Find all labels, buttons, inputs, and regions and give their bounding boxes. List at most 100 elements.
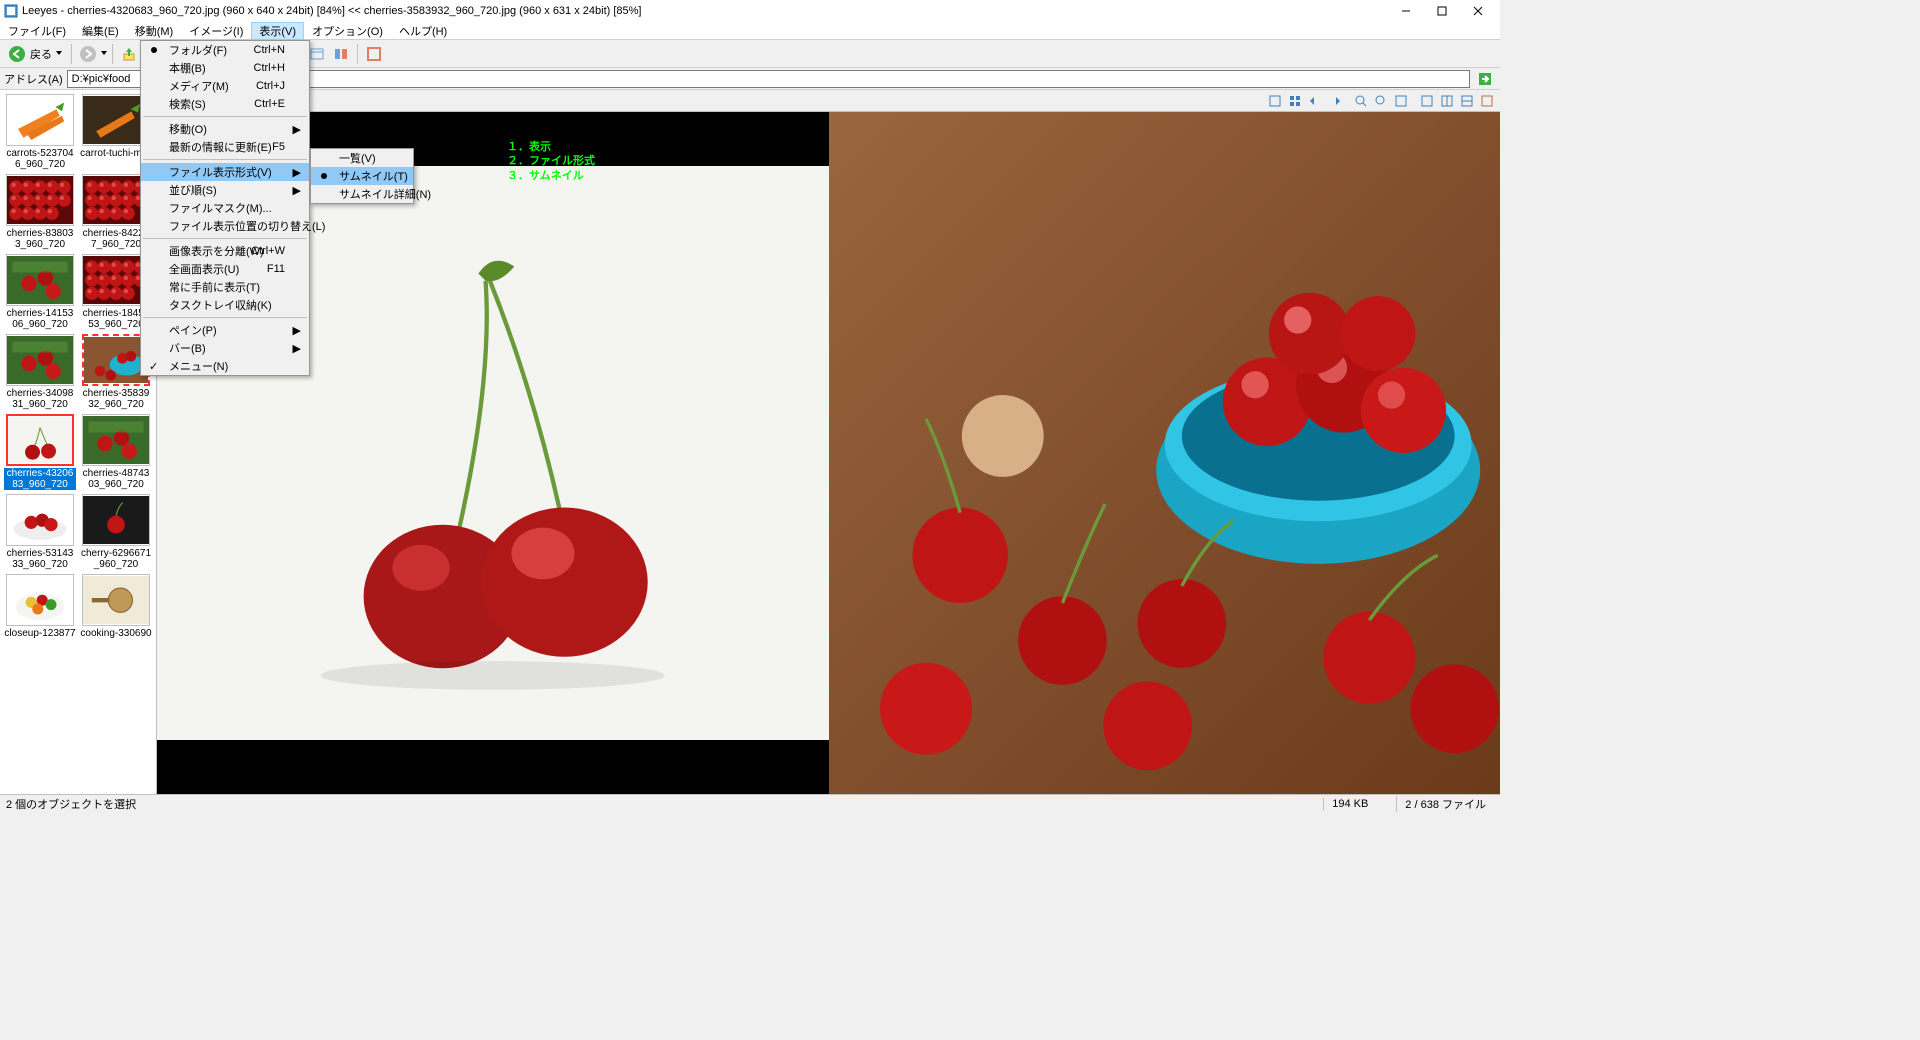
menu-item[interactable]: 移動(M): [127, 22, 182, 40]
thumbnail-item[interactable]: closeup-123877: [4, 574, 76, 639]
minimize-button[interactable]: [1388, 0, 1424, 22]
menu-item[interactable]: 並び順(S)▶: [141, 181, 309, 199]
viewer-tool-4[interactable]: [1326, 92, 1344, 110]
maximize-button[interactable]: [1424, 0, 1460, 22]
menu-item[interactable]: ファイル表示位置の切り替え(L): [141, 217, 309, 235]
status-bar: 2 個のオブジェクトを選択 194 KB 2 / 638 ファイル: [0, 794, 1500, 812]
thumbnail-item[interactable]: cherry-6296671_960_720: [80, 494, 152, 570]
thumbnail-item[interactable]: cherries-4320683_960_720: [4, 414, 76, 490]
forward-dropdown-icon[interactable]: [101, 51, 107, 57]
close-button[interactable]: [1460, 0, 1496, 22]
menu-item[interactable]: オプション(O): [304, 22, 391, 40]
back-button[interactable]: 戻る: [4, 43, 66, 65]
thumbnail-caption: cherries-3409831_960_720: [4, 388, 76, 410]
status-selection: 2 個のオブジェクトを選択: [6, 796, 1303, 812]
viewer-zoom-out[interactable]: [1392, 92, 1410, 110]
menu-item[interactable]: ペイン(P)▶: [141, 321, 309, 339]
fullscreen-button[interactable]: [363, 43, 385, 65]
file-display-format-submenu[interactable]: 一覧(V)サムネイル(T)サムネイル詳細(N): [310, 148, 414, 204]
viewer-zoom-in[interactable]: [1352, 92, 1370, 110]
thumbnail-caption: cherries-3583932_960_720: [80, 388, 152, 410]
app-icon: [4, 4, 18, 18]
status-size: 194 KB: [1323, 798, 1376, 810]
thumbnail-caption: cherries-1415306_960_720: [4, 308, 76, 330]
thumbnail-caption: cooking-330690: [80, 628, 151, 639]
thumbnail-image: [6, 94, 74, 146]
toolbar-separator: [71, 44, 72, 64]
menu-item[interactable]: 移動(O)▶: [141, 120, 309, 138]
thumbnail-caption: cherries-4320683_960_720: [4, 468, 76, 490]
thumbnail-image: [82, 414, 150, 466]
thumbnail-image: [6, 494, 74, 546]
thumbnail-caption: cherry-6296671_960_720: [80, 548, 152, 570]
title-bar: Leeyes - cherries-4320683_960_720.jpg (9…: [0, 0, 1500, 22]
viewer-tool-3[interactable]: [1306, 92, 1324, 110]
menu-item[interactable]: サムネイル(T): [311, 167, 413, 185]
thumbnail-caption: cherries-838033_960_720: [4, 228, 76, 250]
menu-item[interactable]: イメージ(I): [181, 22, 251, 40]
menu-item[interactable]: メディア(M)Ctrl+J: [141, 77, 309, 95]
viewer-pane-1[interactable]: [1418, 92, 1436, 110]
menu-item[interactable]: バー(B)▶: [141, 339, 309, 357]
overlay-line-2: ２．ファイル形式: [507, 154, 595, 168]
thumbnail-item[interactable]: cherries-5314333_960_720: [4, 494, 76, 570]
thumbnail-image: [6, 574, 74, 626]
menu-item[interactable]: ファイルマスク(M)...: [141, 199, 309, 217]
menu-item[interactable]: 全画面表示(U)F11: [141, 260, 309, 278]
view-area[interactable]: １．表示 ２．ファイル形式 ３．サムネイル: [157, 112, 1500, 794]
menu-item[interactable]: 表示(V): [251, 22, 304, 40]
address-label: アドレス(A): [4, 71, 63, 87]
menu-item[interactable]: フォルダ(F)Ctrl+N: [141, 41, 309, 59]
thumbnail-caption: closeup-123877: [4, 628, 75, 639]
dual-view-button[interactable]: [330, 43, 352, 65]
thumbnail-image: [6, 254, 74, 306]
menu-item[interactable]: ファイル表示形式(V)▶: [141, 163, 309, 181]
menu-item[interactable]: 最新の情報に更新(E)F5: [141, 138, 309, 156]
thumbnail-item[interactable]: cherries-3409831_960_720: [4, 334, 76, 410]
thumbnail-image: [6, 334, 74, 386]
thumbnail-image: [82, 574, 150, 626]
menu-item[interactable]: サムネイル詳細(N): [311, 185, 413, 203]
viewer-zoom-fit[interactable]: [1372, 92, 1390, 110]
toolbar-separator: [112, 44, 113, 64]
thumbnail-item[interactable]: cherries-4874303_960_720: [80, 414, 152, 490]
thumbnail-caption: cherries-4874303_960_720: [80, 468, 152, 490]
up-button[interactable]: [118, 43, 140, 65]
thumbnail-pane[interactable]: carrots-5237046_960_720carrot-tuchi-mini…: [0, 90, 157, 794]
menu-item[interactable]: 本棚(B)Ctrl+H: [141, 59, 309, 77]
menu-item[interactable]: ✓メニュー(N): [141, 357, 309, 375]
thumbnail-caption: carrots-5237046_960_720: [4, 148, 76, 170]
overlay-line-1: １．表示: [507, 140, 595, 154]
thumbnail-image: [6, 174, 74, 226]
status-count: 2 / 638 ファイル: [1396, 796, 1494, 812]
menu-item[interactable]: 画像表示を分離(W)Ctrl+W: [141, 242, 309, 260]
viewer-pane-2[interactable]: [1438, 92, 1456, 110]
window-title: Leeyes - cherries-4320683_960_720.jpg (9…: [22, 5, 1388, 17]
go-button[interactable]: [1474, 68, 1496, 90]
menu-item[interactable]: 一覧(V): [311, 149, 413, 167]
thumbnail-item[interactable]: cherries-1415306_960_720: [4, 254, 76, 330]
thumbnail-image: [82, 494, 150, 546]
menu-item[interactable]: 検索(S)Ctrl+E: [141, 95, 309, 113]
toolbar-separator: [357, 44, 358, 64]
menu-bar: ファイル(F)編集(E)移動(M)イメージ(I)表示(V)オプション(O)ヘルプ…: [0, 22, 1500, 40]
view-menu-dropdown[interactable]: フォルダ(F)Ctrl+N本棚(B)Ctrl+Hメディア(M)Ctrl+J検索(…: [140, 40, 310, 376]
thumbnail-image: [6, 414, 74, 466]
viewer-tool-1[interactable]: [1266, 92, 1284, 110]
menu-item[interactable]: タスクトレイ収納(K): [141, 296, 309, 314]
menu-item[interactable]: 編集(E): [74, 22, 127, 40]
menu-item[interactable]: ヘルプ(H): [391, 22, 455, 40]
menu-item[interactable]: ファイル(F): [0, 22, 74, 40]
image-right: [829, 112, 1501, 794]
menu-item[interactable]: 常に手前に表示(T): [141, 278, 309, 296]
viewer-tool-2[interactable]: [1286, 92, 1304, 110]
thumbnail-item[interactable]: carrots-5237046_960_720: [4, 94, 76, 170]
back-label: 戻る: [30, 46, 52, 62]
viewer-pane-4[interactable]: [1478, 92, 1496, 110]
overlay-line-3: ３．サムネイル: [507, 169, 595, 183]
overlay-annotation: １．表示 ２．ファイル形式 ３．サムネイル: [507, 140, 595, 183]
thumbnail-item[interactable]: cherries-838033_960_720: [4, 174, 76, 250]
viewer-pane-3[interactable]: [1458, 92, 1476, 110]
forward-button[interactable]: [77, 43, 99, 65]
thumbnail-item[interactable]: cooking-330690: [80, 574, 152, 639]
